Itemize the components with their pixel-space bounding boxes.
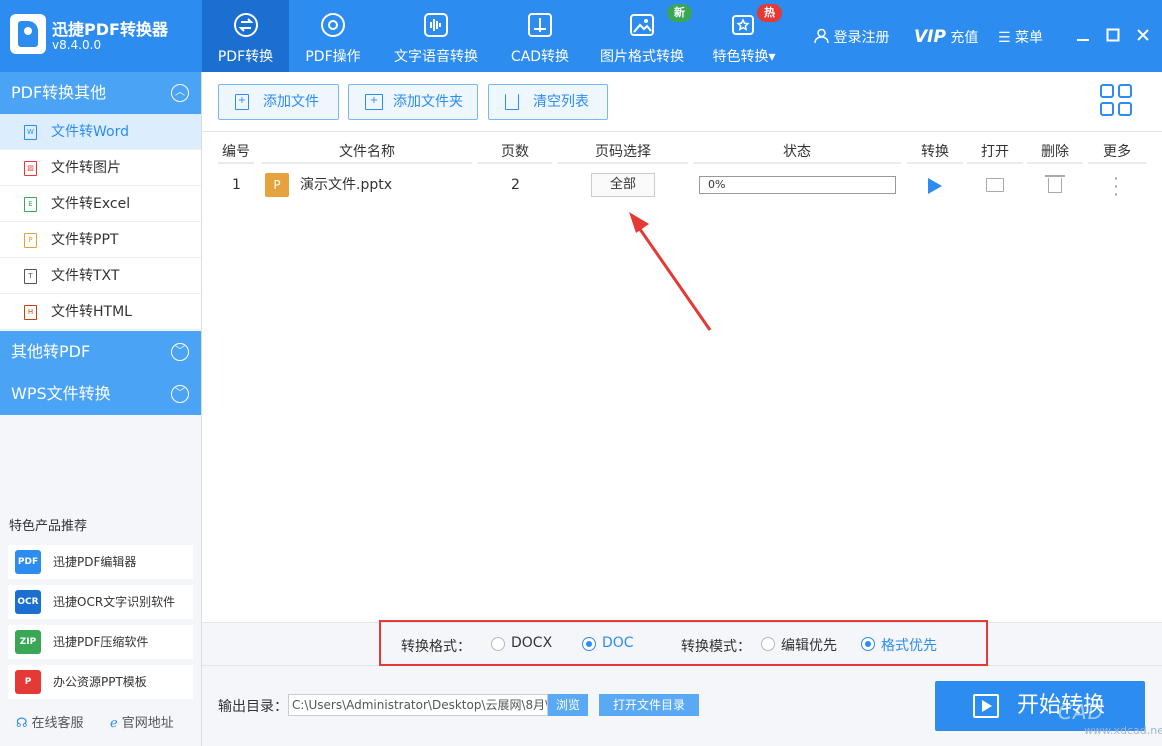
user-icon <box>814 28 833 46</box>
browse-button[interactable]: 浏览 <box>548 694 588 716</box>
headset-icon: ☊ <box>16 716 28 731</box>
rec-ppt-template[interactable]: P 办公资源PPT模板 <box>8 665 193 699</box>
badge-hot: 热 <box>757 4 782 22</box>
audio-wave-icon <box>423 12 449 38</box>
sidebar: PDF转换其他 ︿ W 文件转Word ▨ 文件转图片 E 文件转Excel P… <box>0 72 202 746</box>
open-dir-button[interactable]: 打开文件目录 <box>599 694 699 716</box>
recommend-title: 特色产品推荐 <box>9 519 88 534</box>
excel-file-icon: E <box>24 197 37 212</box>
menu-icon: ☰ <box>998 30 1011 46</box>
watermark-site: www.xdcad.net <box>1084 724 1162 737</box>
chevron-down-icon: ﹀ <box>171 385 189 403</box>
tab-pdf-operate[interactable]: PDF操作 <box>291 0 375 72</box>
cad-icon <box>527 12 553 38</box>
tab-label: 特色转换▾ <box>712 49 776 65</box>
sidebar-item-to-txt[interactable]: T 文件转TXT <box>0 258 201 294</box>
tab-text-speech[interactable]: 文字语音转换 <box>386 0 486 72</box>
pdf-editor-icon: PDF <box>15 550 41 574</box>
title-bar: 迅捷PDF转换器 v8.4.0.0 PDF转换 PDF操作 文字语音转换 CAD… <box>0 0 1162 72</box>
html-file-icon: H <box>24 305 37 320</box>
txt-file-icon: T <box>24 269 37 284</box>
minimize-button[interactable] <box>1072 26 1094 48</box>
tab-label: CAD转换 <box>510 49 570 65</box>
sidebar-section-pdf-to-other[interactable]: PDF转换其他 ︿ <box>0 72 201 114</box>
sidebar-item-to-ppt[interactable]: P 文件转PPT <box>0 222 201 258</box>
rec-pdf-compress[interactable]: ZIP 迅捷PDF压缩软件 <box>8 625 193 659</box>
sidebar-section-wps[interactable]: WPS文件转换 ﹀ <box>0 373 201 415</box>
convert-icon <box>233 12 259 38</box>
maximize-button[interactable] <box>1102 26 1124 48</box>
app-version: v8.4.0.0 <box>52 38 102 52</box>
tab-cad-convert[interactable]: CAD转换 <box>500 0 580 72</box>
tab-label: 文字语音转换 <box>394 49 478 65</box>
login-button[interactable]: 登录注册 <box>814 27 889 47</box>
sidebar-item-to-html[interactable]: H 文件转HTML <box>0 294 201 330</box>
chevron-down-icon: ▾ <box>768 49 776 65</box>
output-path-input[interactable]: C:\Users\Administrator\Desktop\云展网\8月\ <box>288 694 548 716</box>
close-button[interactable] <box>1132 26 1154 48</box>
gear-icon <box>320 12 346 38</box>
image-file-icon: ▨ <box>24 161 37 176</box>
app-name: 迅捷PDF转换器 <box>52 20 168 39</box>
chevron-down-icon: ﹀ <box>171 343 189 361</box>
sidebar-item-to-word[interactable]: W 文件转Word <box>0 114 201 150</box>
menu-button[interactable]: ☰ 菜单 <box>998 27 1043 47</box>
sidebar-section-other-to-pdf[interactable]: 其他转PDF ﹀ <box>0 331 201 373</box>
badge-new: 新 <box>667 4 692 22</box>
tab-label: PDF操作 <box>305 49 361 65</box>
word-file-icon: W <box>24 125 37 140</box>
website-link[interactable]: ℯ 官网地址 <box>110 712 174 731</box>
rec-ocr[interactable]: OCR 迅捷OCR文字识别软件 <box>8 585 193 619</box>
ocr-icon: OCR <box>15 590 41 614</box>
highlight-box <box>379 620 988 666</box>
ppt-file-icon: P <box>24 233 37 248</box>
rec-pdf-editor[interactable]: PDF 迅捷PDF编辑器 <box>8 545 193 579</box>
vip-recharge-button[interactable]: VIP 充值 <box>914 27 978 47</box>
vip-logo: VIP <box>914 27 946 47</box>
browser-icon: ℯ <box>110 716 118 731</box>
main-panel: + 添加文件 + 添加文件夹 清空列表 编号 文件名称 页数 页码选择 状态 转… <box>202 72 1162 746</box>
sidebar-item-to-excel[interactable]: E 文件转Excel <box>0 186 201 222</box>
app-logo-icon <box>10 14 46 54</box>
watermark-logo: CAD <box>1058 700 1105 724</box>
online-service-link[interactable]: ☊ 在线客服 <box>16 712 84 731</box>
image-icon <box>629 12 655 38</box>
tab-label: PDF转换 <box>217 49 274 65</box>
tab-label: 图片格式转换 <box>600 49 684 65</box>
tab-pdf-convert[interactable]: PDF转换 <box>202 0 289 72</box>
ppt-template-icon: P <box>15 670 41 694</box>
star-icon <box>731 12 757 38</box>
output-label: 输出目录： <box>218 699 288 715</box>
compress-icon: ZIP <box>15 630 41 654</box>
sidebar-item-to-image[interactable]: ▨ 文件转图片 <box>0 150 201 186</box>
chevron-up-icon: ︿ <box>171 84 189 102</box>
play-icon <box>973 694 999 718</box>
